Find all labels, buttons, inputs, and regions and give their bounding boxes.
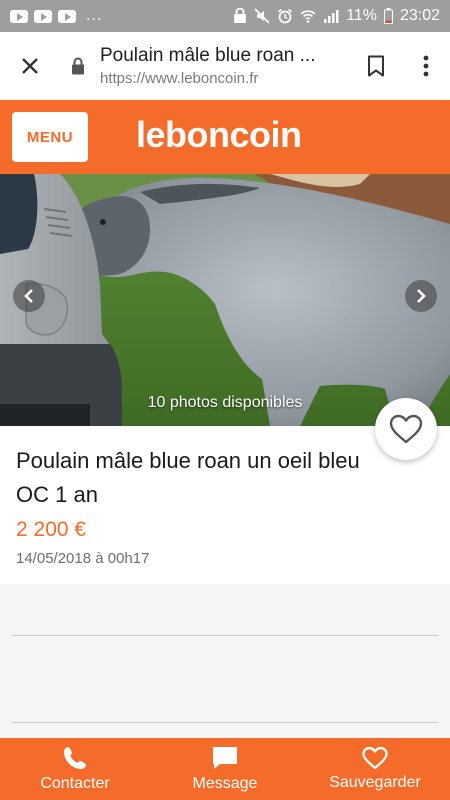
ad-title: Poulain mâle blue roan un oeil bleu OC 1… xyxy=(16,448,360,507)
divider xyxy=(12,722,438,723)
bookmark-icon xyxy=(368,55,384,77)
ad-price: 2 200 € xyxy=(16,518,87,541)
alarm-icon xyxy=(278,8,293,24)
more-notifications: ... xyxy=(86,7,103,24)
ad-photo xyxy=(0,174,450,426)
phone-icon xyxy=(64,747,86,769)
lock-icon xyxy=(72,57,84,75)
message-icon xyxy=(213,747,237,769)
clock: 23:02 xyxy=(399,7,440,24)
close-icon xyxy=(22,58,38,74)
youtube-icon xyxy=(34,9,52,23)
menu-button[interactable]: MENU xyxy=(12,112,88,162)
status-bar: ... 11% 23:02 xyxy=(0,0,450,32)
contact-label: Contacter xyxy=(40,775,110,792)
address-field[interactable]: Poulain mâle blue roan ... https://www.l… xyxy=(100,45,350,87)
youtube-icon xyxy=(10,9,28,23)
face-lock-icon xyxy=(234,8,247,23)
browser-menu-button[interactable] xyxy=(402,55,450,77)
bookmark-button[interactable] xyxy=(350,55,402,77)
ad-date: 14/05/2018 à 00h17 xyxy=(16,550,150,567)
message-button[interactable]: Message xyxy=(150,738,300,800)
save-label: Sauvegarder xyxy=(329,774,421,791)
overflow-menu-icon xyxy=(423,55,429,77)
youtube-icon xyxy=(58,9,76,23)
heart-icon xyxy=(389,414,423,444)
next-photo-button[interactable] xyxy=(405,280,437,312)
wifi-icon xyxy=(300,10,316,23)
site-header: MENU leboncoin xyxy=(0,100,450,174)
favorite-button[interactable] xyxy=(375,398,437,460)
close-tab-button[interactable] xyxy=(0,32,60,100)
signal-icon xyxy=(324,10,339,23)
divider xyxy=(12,635,438,636)
chevron-left-icon xyxy=(24,289,33,303)
ad-photo-carousel[interactable]: 10 photos disponibles xyxy=(0,174,450,426)
contact-button[interactable]: Contacter xyxy=(0,738,150,800)
previous-photo-button[interactable] xyxy=(13,280,45,312)
mute-icon xyxy=(254,8,270,24)
message-label: Message xyxy=(192,775,258,792)
heart-icon xyxy=(362,746,388,770)
page-title: Poulain mâle blue roan ... xyxy=(100,45,316,66)
browser-url-bar: Poulain mâle blue roan ... https://www.l… xyxy=(0,32,450,100)
leboncoin-logo[interactable]: leboncoin xyxy=(136,114,302,156)
page-url: https://www.leboncoin.fr xyxy=(100,70,259,87)
bottom-action-bar: Contacter Message Sauvegarder xyxy=(0,738,450,800)
chevron-right-icon xyxy=(417,289,426,303)
battery-icon xyxy=(383,8,393,24)
save-button[interactable]: Sauvegarder xyxy=(300,738,450,800)
battery-percent: 11% xyxy=(346,7,377,24)
